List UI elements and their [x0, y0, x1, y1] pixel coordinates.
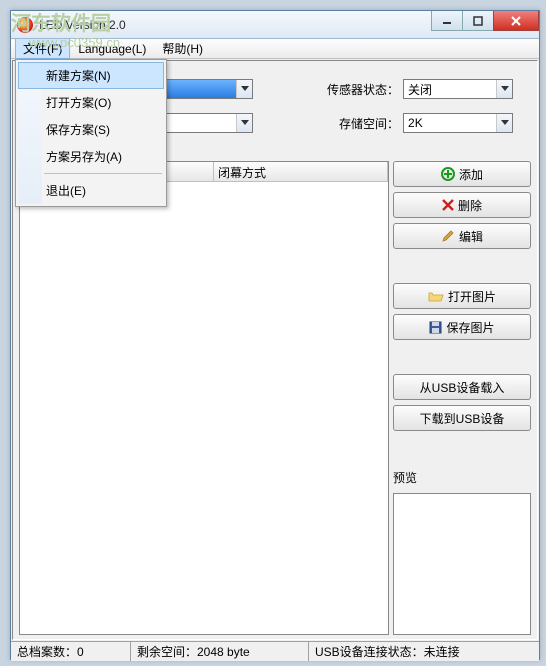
sidebar-panel: 添加 删除 编辑 打开图片 保存图片	[393, 161, 531, 635]
x-icon	[442, 199, 454, 211]
sensor-state-combo[interactable]: 关闭	[403, 79, 513, 99]
menu-open-plan[interactable]: 打开方案(O)	[18, 89, 164, 116]
chevron-down-icon	[236, 114, 252, 132]
titlebar: LED Version 2.0	[11, 11, 539, 39]
sensor-state-label: 传感器状态：	[327, 81, 399, 98]
status-usb-state: USB设备连接状态：未连接	[309, 642, 539, 661]
slides-listview[interactable]: 序号 开幕方式 闭幕方式	[19, 161, 389, 635]
menu-file[interactable]: 文件(F)	[15, 38, 70, 59]
window-title: LED Version 2.0	[39, 18, 126, 32]
menu-saveas-plan[interactable]: 方案另存为(A)	[18, 143, 164, 170]
sensor-state-value: 关闭	[404, 81, 436, 98]
menu-language[interactable]: Language(L)	[70, 40, 154, 58]
menubar: 文件(F) Language(L) 帮助(H)	[11, 39, 539, 59]
open-image-button[interactable]: 打开图片	[393, 283, 531, 309]
open-image-label: 打开图片	[448, 288, 496, 305]
floppy-icon	[429, 321, 442, 334]
menu-exit[interactable]: 退出(E)	[18, 177, 164, 204]
load-usb-label: 从USB设备载入	[420, 379, 505, 396]
save-image-button[interactable]: 保存图片	[393, 314, 531, 340]
storage-label: 存储空间：	[339, 115, 399, 132]
app-icon	[17, 17, 33, 33]
menu-save-plan[interactable]: 保存方案(S)	[18, 116, 164, 143]
maximize-button[interactable]	[462, 11, 494, 31]
storage-combo[interactable]: 2K	[403, 113, 513, 133]
chevron-down-icon	[496, 80, 512, 98]
status-free-space: 剩余空间：2048 byte	[131, 642, 309, 661]
preview-box	[393, 493, 531, 635]
delete-button[interactable]: 删除	[393, 192, 531, 218]
delete-label: 删除	[458, 197, 482, 214]
chevron-down-icon	[496, 114, 512, 132]
chevron-down-icon	[236, 80, 252, 98]
status-archive-count: 总档案数：0	[11, 642, 131, 661]
middle-row: 序号 开幕方式 闭幕方式 添加 删除 编辑	[15, 161, 535, 637]
storage-value: 2K	[404, 116, 427, 130]
add-button[interactable]: 添加	[393, 161, 531, 187]
close-button[interactable]	[493, 11, 539, 31]
app-window: 河东软件园 www.pc0359.cn LED Version 2.0 文件(F…	[10, 10, 540, 660]
menu-help[interactable]: 帮助(H)	[154, 38, 211, 59]
preview-label: 预览	[393, 469, 531, 486]
menu-separator	[44, 173, 162, 174]
download-usb-button[interactable]: 下载到USB设备	[393, 405, 531, 431]
edit-label: 编辑	[459, 228, 483, 245]
menu-new-plan[interactable]: 新建方案(N)	[18, 62, 164, 89]
statusbar: 总档案数：0 剩余空间：2048 byte USB设备连接状态：未连接	[11, 641, 539, 661]
pencil-icon	[441, 229, 455, 243]
save-image-label: 保存图片	[446, 319, 494, 336]
file-dropdown: 新建方案(N) 打开方案(O) 保存方案(S) 方案另存为(A) 退出(E)	[15, 59, 167, 207]
download-usb-label: 下载到USB设备	[420, 410, 505, 427]
load-usb-button[interactable]: 从USB设备载入	[393, 374, 531, 400]
folder-open-icon	[428, 290, 444, 302]
window-buttons	[432, 11, 539, 31]
edit-button[interactable]: 编辑	[393, 223, 531, 249]
plus-icon	[441, 167, 455, 181]
add-label: 添加	[459, 166, 483, 183]
col-close-style[interactable]: 闭幕方式	[214, 162, 388, 181]
minimize-button[interactable]	[431, 11, 463, 31]
